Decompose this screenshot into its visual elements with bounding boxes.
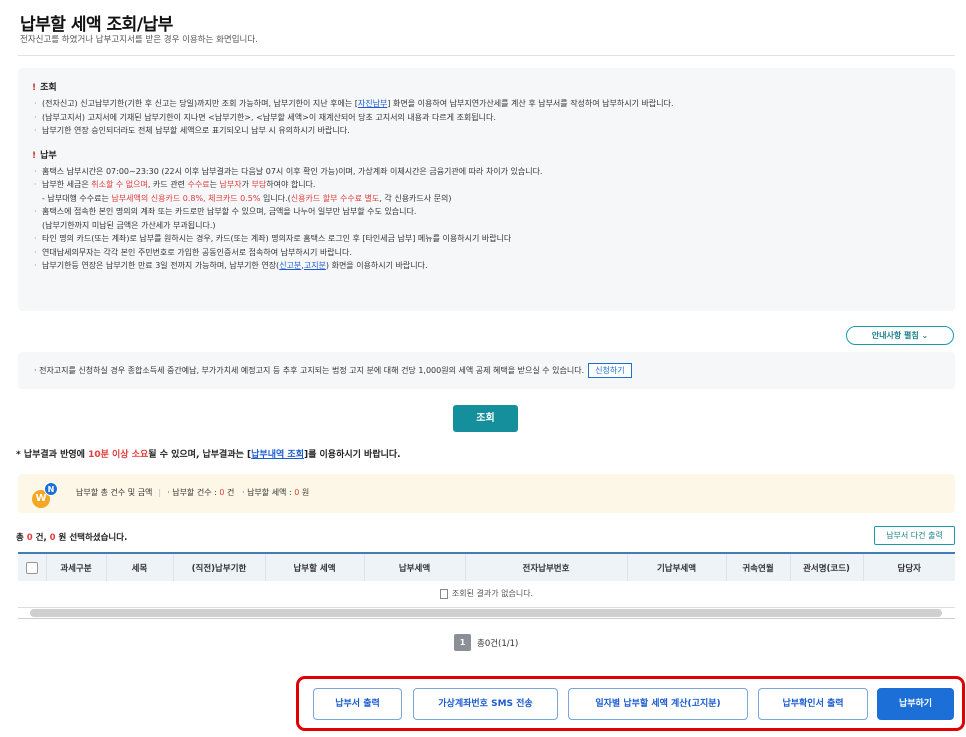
sms-virtual-account-button[interactable]: 가상계좌번호 SMS 전송 xyxy=(413,688,558,720)
column-header: 세목 xyxy=(106,552,174,581)
column-header: 과세구분 xyxy=(46,552,107,581)
e-notice-info: · 전자고지를 신청하실 경우 종합소득세 중간예납, 부가가치세 예정고지 등… xyxy=(18,352,955,389)
pay-list: 홈택스 납부시간은 07:00~23:30 (22시 이후 납부결과는 다음날 … xyxy=(32,165,941,273)
column-header: (직전)납부기한 xyxy=(173,552,266,581)
lookup-heading: ! 조회 xyxy=(32,83,57,93)
logo-icon: W N xyxy=(32,482,62,510)
list-item: (납부기한까지 미납된 금액은 가산세가 부과됩니다.) xyxy=(42,220,216,230)
column-header: 전자납부번호 xyxy=(465,552,628,581)
select-all-header xyxy=(18,552,47,581)
notice-panel: !조회 (전자신고) 신고납부기한(기한 후 신고는 당일)까지만 조회 가능하… xyxy=(18,68,955,311)
column-header: 기납부세액 xyxy=(627,552,727,581)
column-header: 담당자 xyxy=(863,552,955,581)
pay-button[interactable]: 납부하기 xyxy=(877,688,954,720)
list-item: (납부고지서) 고지서에 기재된 납부기한이 지나면 <납부기한>, <납부할 … xyxy=(32,111,941,125)
guide-expand-button[interactable]: 안내사항 펼침 ⌄ xyxy=(846,326,954,345)
self-payment-link[interactable]: 자진납부 xyxy=(358,99,387,108)
exclamation-icon: ! xyxy=(32,83,37,93)
pay-heading: ! 납부 xyxy=(32,150,57,161)
column-header: 납부세액 xyxy=(364,552,466,581)
pagination: 1 총0건(1/1) xyxy=(454,634,518,651)
payment-history-link[interactable]: 납부내역 조회 xyxy=(251,450,304,460)
page-title: 납부할 세액 조회/납부 xyxy=(20,15,173,35)
extension-notice-link[interactable]: 고지분 xyxy=(304,261,326,270)
title-divider xyxy=(18,55,955,56)
list-item: 타인 명의 카드(또는 계좌)로 납부를 원하시는 경우, 카드(또는 계좌) … xyxy=(32,232,941,246)
column-header: 귀속연월 xyxy=(726,552,791,581)
list-item: 납부기한 연장 승인되더라도 전체 납부할 세액으로 표기되오니 납부 시 유의… xyxy=(32,124,941,138)
search-button[interactable]: 조회 xyxy=(453,405,518,432)
apply-button[interactable]: 신청하기 xyxy=(588,363,632,378)
list-item: 납부기한등 연장은 납부기한 만료 3일 전까지 가능하며, 납부기한 연장(신… xyxy=(32,259,941,273)
column-header: 납부할 세액 xyxy=(265,552,365,581)
payment-summary: W N 납부할 총 건수 및 금액 | · 납부할 건수 : 0 건 · 납부할 세… xyxy=(18,474,955,513)
list-item: 연대납세의무자는 각각 본인 주민번호로 가입한 공동인증서로 접속하여 납부하… xyxy=(32,246,941,260)
tax-table: 과세구분 세목 (직전)납부기한 납부할 세액 납부세액 전자납부번호 기납부세… xyxy=(18,552,955,608)
exclamation-icon: ! xyxy=(32,150,37,161)
pay-result-note: * 납부결과 반영에 10분 이상 소요될 수 있으며, 납부결과는 [납부내역… xyxy=(16,450,401,460)
horizontal-scrollbar[interactable] xyxy=(30,609,942,617)
page-total: 총0건(1/1) xyxy=(477,638,519,649)
list-item: 홈택스에 접속한 본인 명의의 계좌 또는 카드로만 납부할 수 있으며, 금액… xyxy=(32,205,941,219)
list-item: - 납부대행 수수료는 납부세액의 신용카드 0.8%, 체크카드 0.5% 입… xyxy=(42,193,452,203)
select-all-checkbox[interactable] xyxy=(25,561,38,574)
page-number[interactable]: 1 xyxy=(454,634,471,651)
list-item: 납부한 세금은 취소할 수 없으며, 카드 관련 수수료는 납부자가 부담하여야… xyxy=(32,178,941,192)
lookup-list: (전자신고) 신고납부기한(기한 후 신고는 당일)까지만 조회 가능하며, 납… xyxy=(32,97,941,138)
extension-report-link[interactable]: 신고분 xyxy=(279,261,301,270)
column-header: 관서명(코드) xyxy=(790,552,864,581)
print-payment-slip-button[interactable]: 납부서 출력 xyxy=(313,688,402,720)
document-icon xyxy=(439,588,448,599)
empty-row: 조회된 결과가 없습니다. xyxy=(18,581,955,608)
list-item: 홈택스 납부시간은 07:00~23:30 (22시 이후 납부결과는 다음날 … xyxy=(32,165,941,179)
multi-print-button[interactable]: 납부서 다건 출력 xyxy=(874,526,955,545)
page-subtitle: 전자신고를 하였거나 납부고지서를 받은 경우 이용하는 화면입니다. xyxy=(20,35,258,45)
selected-total: 총 0 건, 0 원 선택하셨습니다. xyxy=(16,533,128,543)
daily-calc-button[interactable]: 일자별 납부할 세액 계산(고지분) xyxy=(568,688,748,720)
summary-label: 납부할 총 건수 및 금액 xyxy=(76,488,153,497)
print-confirmation-button[interactable]: 납부확인서 출력 xyxy=(758,688,868,720)
list-item: (전자신고) 신고납부기한(기한 후 신고는 당일)까지만 조회 가능하며, 납… xyxy=(32,97,941,111)
